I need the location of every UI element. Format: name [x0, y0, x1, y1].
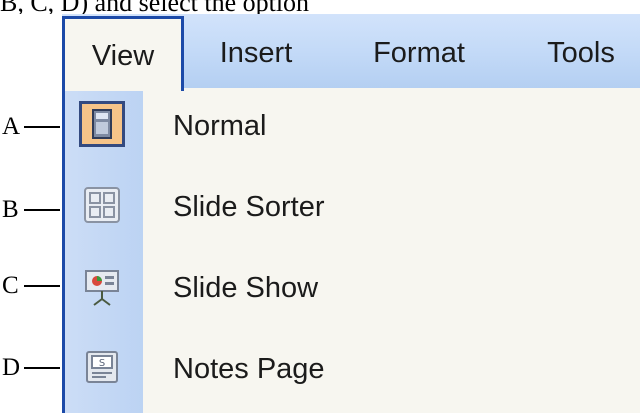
callout-c-letter: C — [2, 272, 19, 299]
normal-view-icon — [79, 101, 125, 147]
powerpoint-view-menu-screenshot: View Insert Format Tools Normal Slide So… — [62, 14, 640, 413]
callout-b-line — [24, 209, 60, 211]
menu-view-label: View — [91, 40, 155, 72]
menu-item-slide-show-label: Slide Show — [173, 272, 319, 304]
callout-b-letter: B — [2, 196, 19, 223]
callout-d: D — [0, 353, 62, 383]
callout-a-line — [24, 126, 60, 128]
callout-d-letter: D — [2, 354, 21, 381]
menu-view[interactable]: View — [62, 16, 184, 91]
menu-format-label: Format — [373, 37, 465, 69]
callout-a-letter: A — [2, 113, 21, 140]
notes-page-icon: S — [79, 344, 125, 390]
callout-a: A — [0, 112, 62, 142]
callout-b: B — [0, 195, 62, 225]
menu-item-normal-label: Normal — [173, 110, 267, 142]
menu-bar: View Insert Format Tools — [62, 14, 640, 91]
slide-sorter-icon — [79, 182, 125, 228]
menu-item-notes-page-label: Notes Page — [173, 353, 325, 385]
svg-text:S: S — [99, 358, 105, 369]
menu-insert[interactable]: Insert — [206, 14, 306, 88]
callout-c-line — [24, 285, 60, 287]
menu-item-slide-sorter[interactable]: Slide Sorter — [65, 169, 640, 245]
callout-d-line — [24, 367, 60, 369]
menu-tools[interactable]: Tools — [532, 14, 630, 88]
menu-item-slide-sorter-label: Slide Sorter — [173, 191, 325, 223]
callout-c: C — [0, 271, 62, 301]
menu-tools-label: Tools — [547, 37, 615, 69]
slide-show-icon — [79, 263, 125, 309]
menu-item-notes-page[interactable]: S Notes Page — [65, 331, 640, 407]
menu-format[interactable]: Format — [358, 14, 480, 88]
top-caption-text: B, C, D) and select the option — [0, 0, 640, 14]
menu-item-normal[interactable]: Normal — [65, 88, 640, 164]
menu-insert-label: Insert — [219, 37, 293, 69]
menu-item-slide-show[interactable]: Slide Show — [65, 250, 640, 326]
view-menu-dropdown: Normal Slide Sorter Slide Show S Notes P… — [62, 88, 640, 413]
